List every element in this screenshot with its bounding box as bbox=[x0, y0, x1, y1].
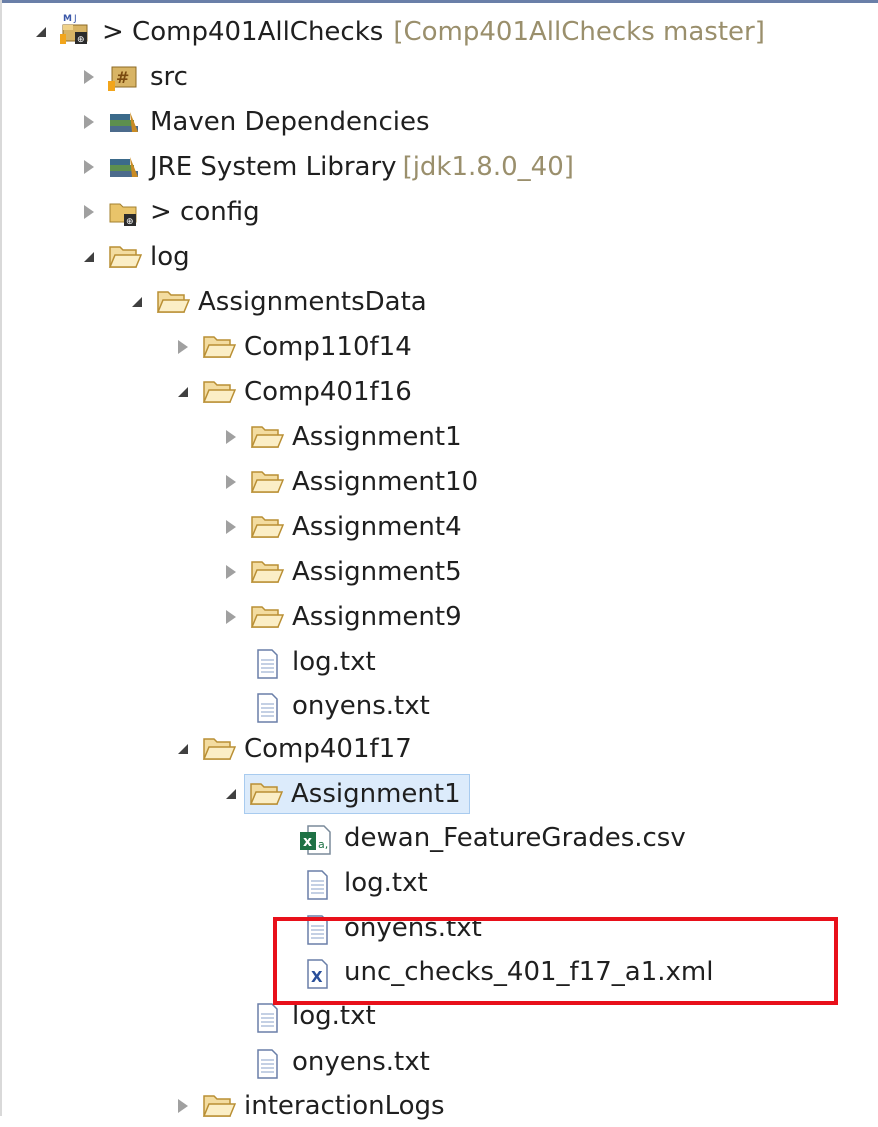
folder-open-icon bbox=[250, 603, 285, 631]
collapsed-arrow-icon[interactable] bbox=[172, 336, 194, 358]
tree-item-label: interactionLogs bbox=[244, 1091, 445, 1121]
folder-open-icon bbox=[202, 378, 237, 406]
collapsed-arrow-icon[interactable] bbox=[78, 201, 100, 223]
tree-item-project-root[interactable]: M J ⊕ > Comp401AllChecks [Comp401AllChec… bbox=[30, 12, 765, 52]
folder-open-icon bbox=[202, 333, 237, 361]
tree-item-label: Assignment5 bbox=[292, 557, 462, 587]
git-decoration: [Comp401AllChecks master] bbox=[393, 17, 765, 47]
collapsed-arrow-icon[interactable] bbox=[220, 516, 242, 538]
collapsed-arrow-icon[interactable] bbox=[78, 66, 100, 88]
svg-text:#: # bbox=[116, 68, 129, 87]
folder-open-icon bbox=[249, 780, 284, 808]
tree-item-label: Comp401f17 bbox=[244, 734, 412, 764]
tree-item-label: > Comp401AllChecks bbox=[102, 17, 384, 47]
source-folder-icon: # bbox=[108, 63, 140, 91]
tree-item-interactionlogs[interactable]: interactionLogs bbox=[172, 1086, 445, 1126]
tree-item-config[interactable]: ⊕ > config bbox=[78, 192, 260, 232]
tree-item-assignment9[interactable]: Assignment9 bbox=[220, 597, 462, 637]
svg-text:a,: a, bbox=[318, 838, 328, 851]
tree-item-onyens-txt[interactable]: onyens.txt bbox=[250, 686, 430, 726]
folder-open-icon bbox=[108, 243, 143, 271]
svg-text:⊕: ⊕ bbox=[77, 35, 85, 45]
svg-text:⊕: ⊕ bbox=[126, 217, 134, 227]
expanded-arrow-icon[interactable] bbox=[126, 291, 148, 313]
tree-item-label: log.txt bbox=[344, 868, 428, 898]
text-file-icon bbox=[300, 869, 332, 900]
collapsed-arrow-icon[interactable] bbox=[172, 1095, 194, 1117]
tree-item-label: > config bbox=[150, 197, 260, 227]
collapsed-arrow-icon[interactable] bbox=[220, 426, 242, 448]
csv-file-icon: x a, bbox=[298, 824, 331, 855]
collapsed-arrow-icon[interactable] bbox=[78, 111, 100, 133]
expanded-arrow-icon[interactable] bbox=[78, 246, 100, 268]
tree-item-log-txt[interactable]: log.txt bbox=[250, 642, 376, 682]
folder-open-icon bbox=[250, 513, 285, 541]
expanded-arrow-icon[interactable] bbox=[220, 783, 242, 805]
jdk-decoration: [jdk1.8.0_40] bbox=[402, 152, 574, 182]
tree-item-label: AssignmentsData bbox=[198, 287, 427, 317]
tree-item-onyens-txt[interactable]: onyens.txt bbox=[250, 1042, 430, 1082]
tree-item-label: Comp401f16 bbox=[244, 377, 412, 407]
selection-highlight[interactable]: Assignment1 bbox=[244, 774, 470, 814]
tree-item-label: onyens.txt bbox=[292, 1047, 430, 1077]
tree-item-assignment10[interactable]: Assignment10 bbox=[220, 462, 478, 502]
tree-item-assignment1[interactable]: Assignment1 bbox=[220, 417, 462, 457]
folder-open-icon bbox=[250, 423, 285, 451]
expanded-arrow-icon[interactable] bbox=[172, 381, 194, 403]
tree-item-label: JRE System Library bbox=[150, 152, 397, 182]
library-icon bbox=[108, 108, 140, 136]
tree-item-label: dewan_FeatureGrades.csv bbox=[344, 823, 686, 853]
tree-item-label: src bbox=[150, 62, 188, 92]
expanded-arrow-icon[interactable] bbox=[30, 21, 52, 43]
tree-item-label: Assignment4 bbox=[292, 512, 462, 542]
text-file-icon bbox=[250, 1048, 282, 1079]
folder-open-icon bbox=[202, 735, 237, 763]
library-icon bbox=[108, 153, 140, 181]
annotation-highlight-box bbox=[273, 917, 838, 1005]
text-file-icon bbox=[250, 648, 282, 679]
tree-item-label: Assignment1 bbox=[291, 779, 461, 809]
svg-text:J: J bbox=[73, 14, 77, 24]
tree-item-comp401f17[interactable]: Comp401f17 bbox=[172, 729, 412, 769]
tree-item-assignment4[interactable]: Assignment4 bbox=[220, 507, 462, 547]
folder-git-icon: ⊕ bbox=[108, 198, 140, 227]
tree-item-maven-dependencies[interactable]: Maven Dependencies bbox=[78, 102, 430, 142]
tree-item-src[interactable]: # src bbox=[78, 57, 188, 97]
tree-item-assignment1-selected[interactable]: Assignment1 bbox=[220, 774, 470, 814]
tree-item-jre-system-library[interactable]: JRE System Library [jdk1.8.0_40] bbox=[78, 147, 574, 187]
tree-item-label: Assignment9 bbox=[292, 602, 462, 632]
tree-item-label: Assignment10 bbox=[292, 467, 479, 497]
text-file-icon bbox=[250, 692, 282, 723]
folder-open-icon bbox=[250, 558, 285, 586]
tree-item-label: log.txt bbox=[292, 647, 376, 677]
tree-item-label: log bbox=[150, 242, 190, 272]
tree-item-assignment5[interactable]: Assignment5 bbox=[220, 552, 462, 592]
svg-text:x: x bbox=[303, 834, 312, 850]
tree-item-log-txt[interactable]: log.txt bbox=[300, 863, 428, 903]
folder-open-icon bbox=[156, 288, 191, 316]
tree-item-label: Maven Dependencies bbox=[150, 107, 430, 137]
collapsed-arrow-icon[interactable] bbox=[220, 561, 242, 583]
tree-item-assignmentsdata[interactable]: AssignmentsData bbox=[126, 282, 427, 322]
tree-item-csv-file[interactable]: x a, dewan_FeatureGrades.csv bbox=[298, 818, 686, 858]
tree-item-comp401f16[interactable]: Comp401f16 bbox=[172, 372, 412, 412]
tree-item-log[interactable]: log bbox=[78, 237, 190, 277]
maven-project-icon: M J ⊕ bbox=[60, 14, 92, 46]
tree-item-label: Comp110f14 bbox=[244, 332, 412, 362]
expanded-arrow-icon[interactable] bbox=[172, 738, 194, 760]
tree-item-label: onyens.txt bbox=[292, 691, 430, 721]
collapsed-arrow-icon[interactable] bbox=[220, 471, 242, 493]
tree-item-label: Assignment1 bbox=[292, 422, 462, 452]
text-file-icon bbox=[250, 1002, 282, 1033]
folder-open-icon bbox=[250, 468, 285, 496]
collapsed-arrow-icon[interactable] bbox=[78, 156, 100, 178]
tree-item-comp110f14[interactable]: Comp110f14 bbox=[172, 327, 412, 367]
svg-text:M: M bbox=[63, 14, 72, 24]
collapsed-arrow-icon[interactable] bbox=[220, 606, 242, 628]
